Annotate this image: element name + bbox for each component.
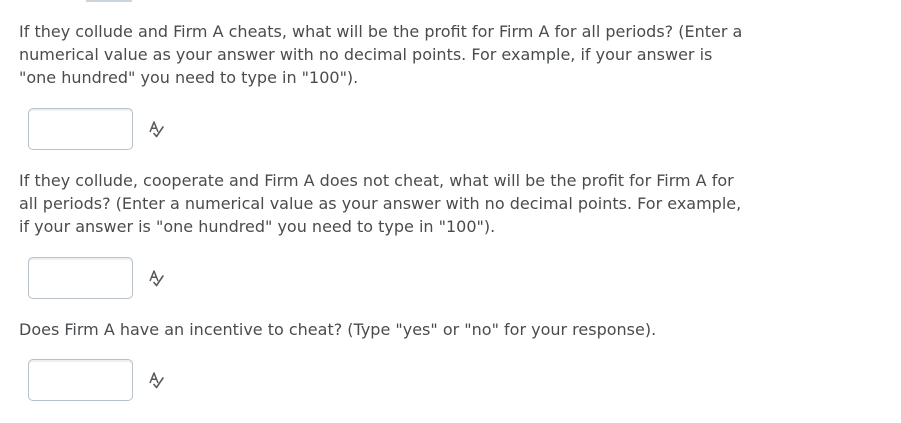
spellcheck-icon[interactable] (146, 119, 166, 139)
question-2-text: If they collude, cooperate and Firm A do… (19, 171, 742, 236)
top-divider (86, 0, 132, 2)
spellcheck-icon[interactable] (146, 268, 166, 288)
answer-2-input[interactable] (28, 257, 133, 299)
question-3-text: Does Firm A have an incentive to cheat? … (19, 320, 657, 339)
answer-row-2 (28, 257, 166, 299)
answer-3-input[interactable] (28, 359, 133, 401)
answer-1-input[interactable] (28, 108, 133, 150)
answer-row-3 (28, 359, 166, 401)
question-1-text: If they collude and Firm A cheats, what … (19, 22, 743, 87)
spellcheck-icon[interactable] (146, 370, 166, 390)
answer-row-1 (28, 108, 166, 150)
